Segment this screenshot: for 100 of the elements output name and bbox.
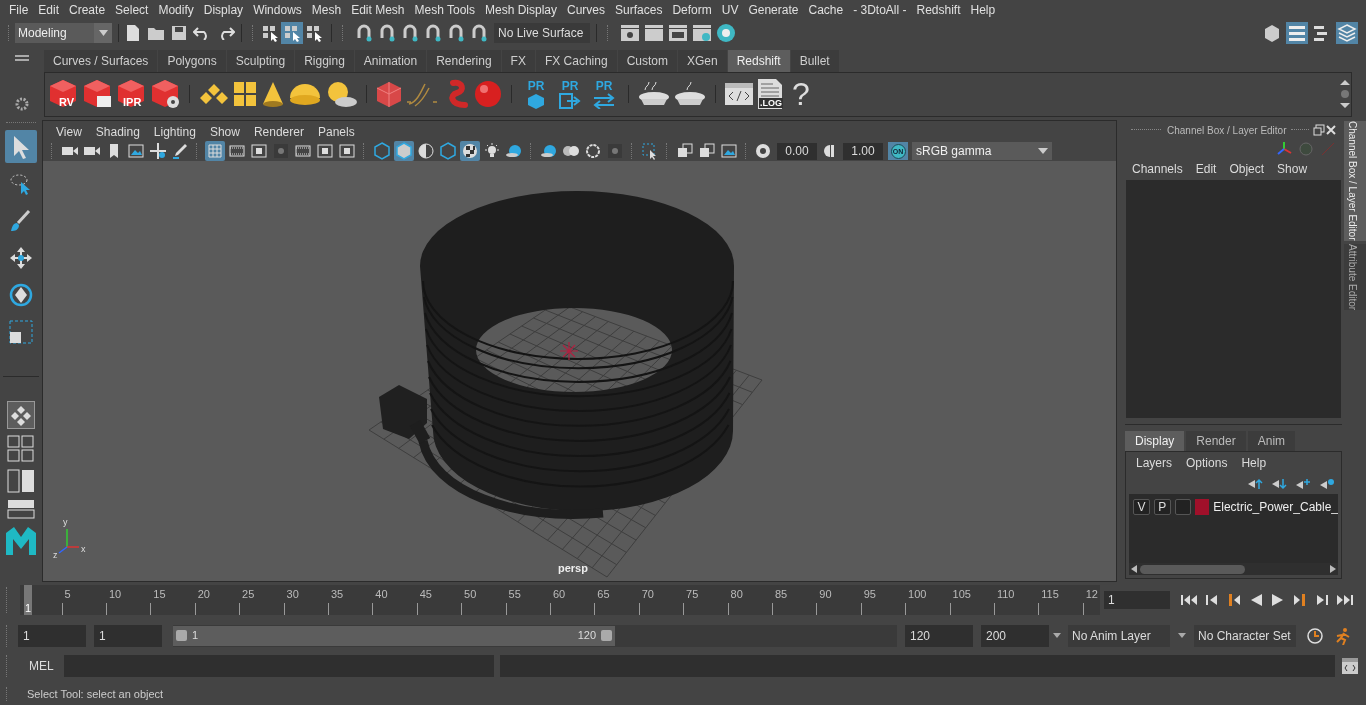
shelf-tab[interactable]: Bullet [790,49,839,72]
side-by-side-pane-icon[interactable] [7,469,35,493]
layer-menu-item[interactable]: Help [1241,454,1267,472]
cube-grid-icon[interactable] [375,80,403,109]
shelf-tab[interactable]: Curves / Surfaces [44,49,158,72]
hypershade-icon[interactable] [716,22,736,43]
playback-start-field[interactable]: 1 [94,624,162,647]
magnet-icon[interactable] [470,23,488,42]
layer-menu-item[interactable]: Options [1186,454,1228,472]
menu-item[interactable]: File [4,0,34,19]
move-layer-up-icon[interactable] [1247,478,1263,490]
layer-editor-tab[interactable]: Anim [1247,431,1296,451]
manipulator-axes-icon[interactable] [1276,141,1292,157]
menu-item[interactable]: Mesh Display [480,0,563,19]
menu-item[interactable]: Mesh Tools [409,0,480,19]
menu-item[interactable]: Modify [153,0,199,19]
step-forward-icon[interactable] [1314,592,1330,607]
menu-item[interactable]: Generate [743,0,804,19]
layer-editor-tab[interactable]: Display [1125,431,1185,451]
image-plane-icon[interactable] [719,141,739,161]
channel-box-menu-item[interactable]: Edit [1195,160,1217,178]
layer-name[interactable]: Electric_Power_Cable_ [1213,498,1338,516]
current-frame-marker[interactable]: 1 [24,584,32,615]
single-pane-icon[interactable] [10,404,32,426]
shelf-tab[interactable]: Redshift [727,49,790,72]
menu-item[interactable]: Create [64,0,111,19]
scroll-arrows-icon[interactable] [1339,78,1351,111]
menu-item[interactable]: Cache [803,0,849,19]
end-frame-field[interactable]: 200 [981,624,1049,647]
skip-to-start-icon[interactable] [1180,592,1198,607]
square-dot-icon[interactable] [605,141,625,161]
shelf-tab[interactable]: FX [501,49,535,72]
live-surface-field[interactable]: No Live Surface [494,22,590,43]
shelf-tab[interactable]: Polygons [158,49,226,72]
menu-item[interactable]: - 3DtoAll - [848,0,912,19]
workspace-dropdown[interactable]: Modeling [15,22,112,43]
ipr-render-icon[interactable] [668,23,688,42]
layer-editor-tab[interactable]: Render [1186,431,1246,451]
shelf-tab[interactable]: Rendering [427,49,501,72]
anim-layer-dropdown[interactable]: No Anim Layer [1068,624,1170,647]
cone-icon[interactable] [260,80,286,109]
new-file-icon[interactable] [125,23,141,42]
menu-item[interactable]: Edit [33,0,65,19]
menu-item[interactable]: Help [965,0,1001,19]
viewport-menu-item[interactable]: View [49,123,89,141]
panels-icon[interactable] [232,80,258,109]
command-language-label[interactable]: MEL [29,657,64,676]
pan-arrows-icon[interactable] [148,141,168,161]
checker-sphere-icon[interactable] [460,141,480,161]
range-handle[interactable] [176,630,187,642]
shelf-tab[interactable]: XGen [677,49,727,72]
side-tab[interactable]: Attribute Editor [1344,243,1366,310]
viewport-menu-item[interactable]: Renderer [246,123,311,141]
playback-end-field[interactable]: 120 [905,624,973,647]
close-icon[interactable] [1324,124,1337,136]
viewport-menu-item[interactable]: Show [202,123,247,141]
visibility-toggle[interactable]: V [1133,499,1150,515]
side-tab[interactable]: Channel Box / Layer Editor [1344,121,1366,241]
clapperboard-icon[interactable] [644,23,664,42]
menu-item[interactable]: UV [716,0,744,19]
menu-item[interactable]: Windows [248,0,307,19]
playback-toggle[interactable]: P [1153,499,1171,515]
new-layer-selected-icon[interactable] [1319,478,1335,490]
viewport-canvas[interactable]: y z x persp [43,161,1116,581]
shelf-tab[interactable]: Animation [354,49,427,72]
menu-item[interactable]: Deform [667,0,717,19]
render-view-icon[interactable] [620,23,640,42]
shelf-tab[interactable]: Sculpting [226,49,295,72]
image-plane-icon[interactable] [126,141,146,161]
stacked-pane-icon[interactable] [7,499,35,519]
modeling-toolkit-icon[interactable] [1262,22,1282,43]
menu-item[interactable]: Display [198,0,249,19]
running-figure-icon[interactable] [1334,626,1352,645]
half-shaded-sphere-icon[interactable] [416,141,436,161]
time-slider[interactable]: 5 10 15 20 25 30 35 40 45 50 55 60 65 70 75 80 85 90 95 100 105 110 115 12 1 [20,584,1100,615]
shelf-tab[interactable]: Custom [617,49,677,72]
viewport-menu-item[interactable]: Lighting [146,123,203,141]
reference-toggle[interactable] [1174,499,1192,515]
new-layer-icon[interactable] [1295,478,1311,490]
magnet-icon[interactable] [355,23,373,42]
help-icon[interactable]: ? [792,78,810,111]
character-set-dropdown[interactable]: No Character Set [1194,624,1296,647]
gate-icon[interactable] [315,141,335,161]
gear-icon[interactable] [15,97,29,111]
menu-item[interactable]: Redshift [911,0,966,19]
layer-color-swatch[interactable] [1195,499,1210,515]
aperture-icon[interactable] [754,142,772,160]
four-pane-icon[interactable] [7,435,35,463]
viewport-menu-item[interactable]: Panels [310,123,362,141]
channel-box-menu-item[interactable]: Show [1277,160,1308,178]
gate-icon[interactable] [249,141,269,161]
gamma-field[interactable]: 1.00 [843,142,883,160]
channel-box-menu-item[interactable]: Channels [1132,160,1183,178]
menu-icon[interactable] [15,53,29,62]
grid-icon[interactable] [205,141,225,161]
float-window-icon[interactable] [1312,124,1325,136]
magnet-icon[interactable] [378,23,396,42]
swap-arrows-icon[interactable] [592,92,616,109]
menu-item[interactable]: Curves [562,0,611,19]
right-arrow-icon[interactable] [1330,565,1336,573]
